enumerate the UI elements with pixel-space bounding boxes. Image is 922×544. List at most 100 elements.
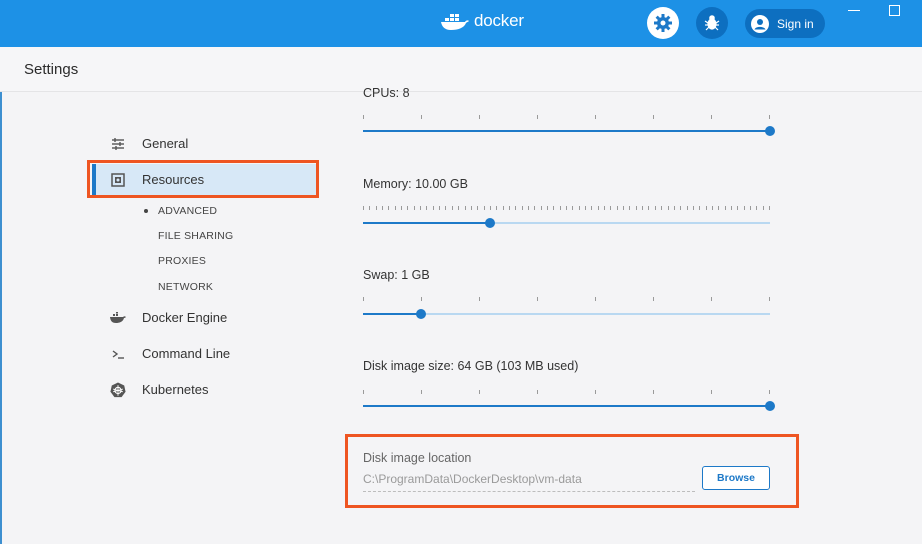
slider-tick xyxy=(479,390,480,394)
memory-ticks xyxy=(363,206,770,210)
slider-tick xyxy=(420,206,421,210)
slider-tick xyxy=(369,206,370,210)
slider-tick xyxy=(363,297,364,301)
slider-tick xyxy=(595,297,596,301)
slider-tick xyxy=(560,206,561,210)
slider-tick xyxy=(445,206,446,210)
disk-size-slider[interactable] xyxy=(363,401,775,411)
cpus-slider[interactable] xyxy=(363,126,775,136)
slider-tick xyxy=(382,206,383,210)
memory-slider[interactable] xyxy=(363,218,770,228)
slider-tick xyxy=(595,390,596,394)
slider-tick xyxy=(653,390,654,394)
active-bullet xyxy=(144,209,148,213)
highlight-box-resources xyxy=(87,160,319,198)
slider-tick xyxy=(458,206,459,210)
slider-tick xyxy=(636,206,637,210)
slider-tick xyxy=(674,206,675,210)
slider-tick xyxy=(515,206,516,210)
slider-tick xyxy=(414,206,415,210)
brand-name: docker xyxy=(474,11,524,30)
swap-slider-thumb[interactable] xyxy=(416,309,427,319)
slider-tick xyxy=(547,206,548,210)
slider-tick xyxy=(604,206,605,210)
slider-tick xyxy=(731,206,732,210)
slider-tick xyxy=(591,206,592,210)
cpus-label: CPUs: 8 xyxy=(363,86,410,100)
slider-tick xyxy=(363,390,364,394)
slider-tick xyxy=(648,206,649,210)
swap-slider[interactable] xyxy=(363,309,770,319)
whale-icon xyxy=(110,310,126,326)
slider-tick xyxy=(363,206,364,210)
subnav-item-file-sharing[interactable]: FILE SHARING xyxy=(158,230,233,242)
disk-size-slider-thumb[interactable] xyxy=(765,401,775,411)
slider-tick xyxy=(479,115,480,119)
subnav-item-advanced[interactable]: ADVANCED xyxy=(158,205,217,217)
slider-tick xyxy=(477,206,478,210)
slider-tick xyxy=(439,206,440,210)
slider-tick xyxy=(537,297,538,301)
title-bar: docker Sign in xyxy=(0,0,922,47)
cpus-slider-thumb[interactable] xyxy=(765,126,775,136)
slider-tick xyxy=(421,390,422,394)
slider-tick xyxy=(534,206,535,210)
slider-tick xyxy=(537,390,538,394)
slider-tick xyxy=(471,206,472,210)
slider-tick xyxy=(769,206,770,210)
slider-tick xyxy=(763,206,764,210)
slider-tick xyxy=(706,206,707,210)
slider-tick xyxy=(712,206,713,210)
subnav-item-proxies[interactable]: PROXIES xyxy=(158,255,206,267)
slider-tick xyxy=(756,206,757,210)
helm-icon xyxy=(110,382,126,398)
maximize-button[interactable] xyxy=(889,5,900,16)
slider-tick xyxy=(769,297,770,301)
swap-slider-fill xyxy=(363,313,422,315)
slider-tick xyxy=(744,206,745,210)
slider-tick xyxy=(579,206,580,210)
slider-tick xyxy=(528,206,529,210)
cpus-ticks xyxy=(363,115,770,119)
sliders-icon xyxy=(110,136,126,152)
sidebar-item-kubernetes[interactable]: Kubernetes xyxy=(92,374,316,406)
slider-tick xyxy=(395,206,396,210)
slider-tick xyxy=(401,206,402,210)
memory-slider-fill xyxy=(363,222,491,224)
docker-logo: docker xyxy=(440,11,524,31)
memory-label: Memory: 10.00 GB xyxy=(363,177,468,191)
sidebar-item-general[interactable]: General xyxy=(92,128,316,160)
slider-tick xyxy=(769,390,770,394)
slider-tick xyxy=(750,206,751,210)
sign-in-button[interactable]: Sign in xyxy=(745,9,825,38)
slider-tick xyxy=(421,115,422,119)
slider-tick xyxy=(687,206,688,210)
settings-button[interactable] xyxy=(647,7,679,39)
slider-tick xyxy=(363,115,364,119)
terminal-icon xyxy=(110,346,126,362)
subnav-item-network[interactable]: NETWORK xyxy=(158,281,213,293)
slider-tick xyxy=(388,206,389,210)
disk-size-ticks xyxy=(363,390,770,394)
slider-tick xyxy=(585,206,586,210)
minimize-button[interactable] xyxy=(848,10,860,11)
slider-tick xyxy=(693,206,694,210)
troubleshoot-button[interactable] xyxy=(696,7,728,39)
window-edge xyxy=(0,92,2,544)
memory-slider-thumb[interactable] xyxy=(485,218,496,228)
slider-tick xyxy=(718,206,719,210)
sign-in-label: Sign in xyxy=(777,16,814,31)
swap-ticks xyxy=(363,297,770,301)
user-icon xyxy=(751,14,769,33)
slider-tick xyxy=(522,206,523,210)
slider-tick xyxy=(598,206,599,210)
slider-tick xyxy=(661,206,662,210)
slider-tick xyxy=(711,390,712,394)
slider-tick xyxy=(465,206,466,210)
sidebar-item-command-line[interactable]: Command Line xyxy=(92,338,316,370)
gear-icon xyxy=(654,14,672,32)
sidebar-item-docker-engine[interactable]: Docker Engine xyxy=(92,302,316,334)
slider-tick xyxy=(737,206,738,210)
slider-tick xyxy=(642,206,643,210)
slider-tick xyxy=(541,206,542,210)
